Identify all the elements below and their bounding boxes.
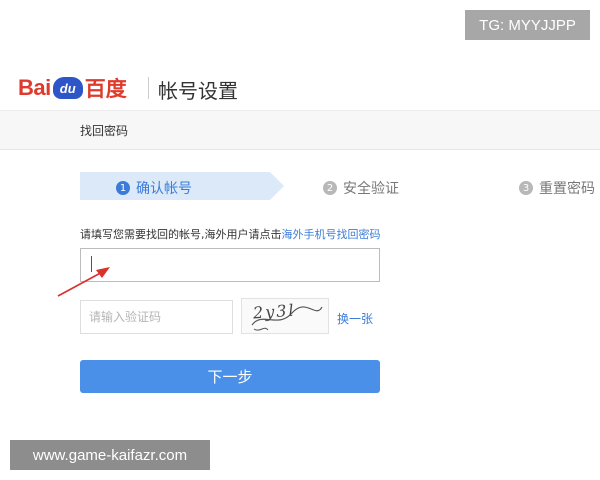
step-label: 确认帐号 [136,181,192,197]
step-confirm-account: 1 确认帐号 [116,178,192,198]
captcha-input[interactable] [80,300,233,334]
next-button[interactable]: 下一步 [80,360,380,393]
page-title: 帐号设置 [158,79,238,103]
section-title: 找回密码 [80,124,129,138]
step-number-icon: 3 [519,181,533,195]
step-label: 安全验证 [343,181,399,197]
hint-text: 请填写您需要找回的帐号,海外用户请点击 [80,228,282,241]
header-divider [148,77,149,99]
baidu-logo[interactable]: Bai du 百度 [18,75,127,101]
step-label: 重置密码 [539,181,595,197]
account-hint: 请填写您需要找回的帐号,海外用户请点击海外手机号找回密码 [80,226,381,242]
logo-text-bai: Bai [18,75,51,100]
active-step-arrow [270,172,284,200]
account-input[interactable] [80,248,380,282]
logo-text-cn: 百度 [84,78,127,101]
tg-watermark: TG: MYYJJPP [465,10,590,40]
step-security-verify: 2 安全验证 [323,178,399,198]
step-number-icon: 2 [323,181,337,195]
step-reset-password: 3 重置密码 [519,178,595,198]
paw-icon: du [52,77,83,99]
site-watermark: www.game-kaifazr.com [10,440,210,470]
annotation-arrow-icon [57,267,110,297]
refresh-captcha-link[interactable]: 换一张 [337,310,373,327]
overseas-phone-link[interactable]: 海外手机号找回密码 [282,228,381,241]
captcha-code: 2y3l [252,300,297,323]
step-number-icon: 1 [116,181,130,195]
